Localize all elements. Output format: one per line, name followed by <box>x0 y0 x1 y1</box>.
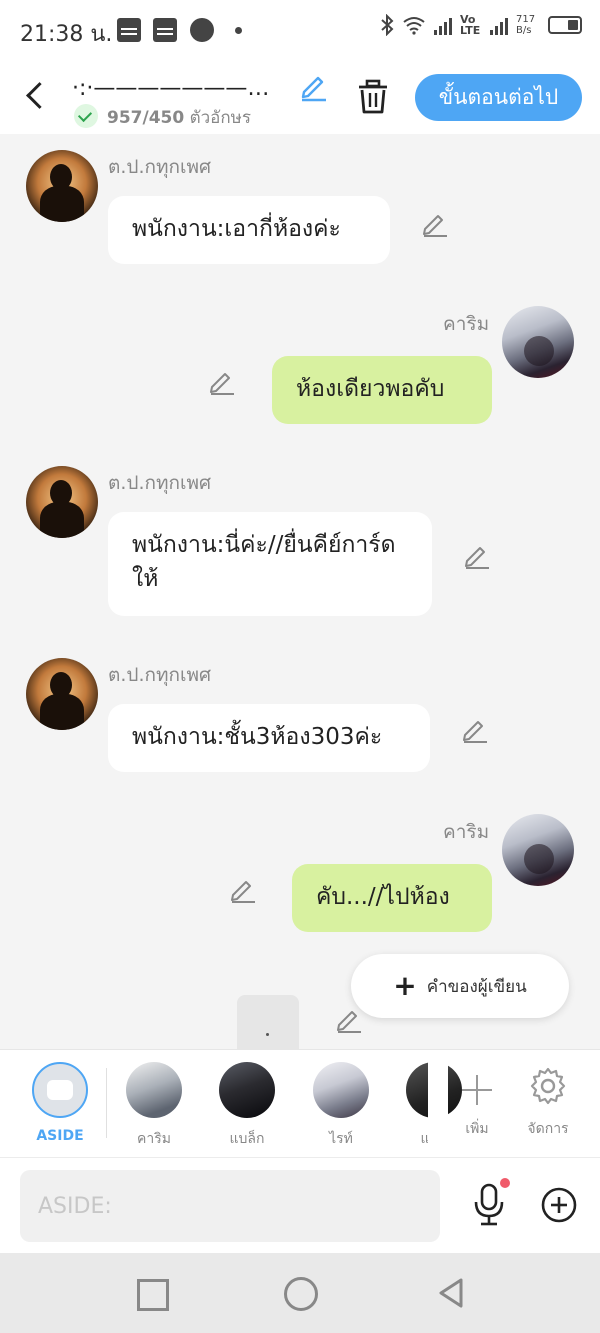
story-title[interactable]: ·:·—————————9ตอ... <box>72 70 282 105</box>
message-bubble[interactable]: พนักงาน:เอากี่ห้องค่ะ <box>108 196 390 264</box>
avatar[interactable] <box>502 814 574 886</box>
bluetooth-icon <box>381 14 394 36</box>
sender-name: ต.ป.กทุกเพศ <box>108 664 212 686</box>
wifi-icon <box>403 17 425 35</box>
composer <box>0 1157 600 1253</box>
check-icon <box>74 104 98 128</box>
battery-icon <box>548 16 582 34</box>
chat-area: ต.ป.กทุกเพศ พนักงาน:เอากี่ห้องค่ะ คาริม … <box>0 134 600 1049</box>
manage-label: จัดการ <box>527 1121 569 1137</box>
pinterest-icon <box>190 18 214 42</box>
message-bubble[interactable]: คับ...//ไปห้อง <box>292 864 492 932</box>
sender-name: ต.ป.กทุกเพศ <box>108 472 212 494</box>
status-bar: 21:38 น. Vo LTE 717 B/s <box>0 0 600 62</box>
character-count-value: 957/450 <box>107 108 185 128</box>
character-name: แบล็ก <box>229 1131 265 1147</box>
message-bubble[interactable]: พนักงาน:นี่ค่ะ//ยื่นคีย์การ์ดให้ <box>108 512 432 616</box>
edit-message-icon[interactable] <box>420 208 450 238</box>
character-name: ไรท์ <box>329 1131 353 1147</box>
divider <box>106 1068 107 1138</box>
avatar[interactable] <box>26 150 98 222</box>
edit-message-icon[interactable] <box>207 366 237 396</box>
add-character-label: เพิ่ม <box>465 1121 489 1137</box>
recording-indicator-dot <box>500 1178 510 1188</box>
recent-apps-icon[interactable] <box>133 1275 169 1311</box>
avatar[interactable] <box>26 466 98 538</box>
notification-icon <box>117 18 141 42</box>
signal-icon <box>434 15 452 35</box>
edit-message-icon[interactable] <box>460 714 490 744</box>
message-bubble[interactable]: พนักงาน:ชั้น3ห้อง303ค่ะ <box>108 704 430 772</box>
character-avatar[interactable] <box>313 1062 369 1118</box>
author-note-button[interactable]: + คำของผู้เขียน <box>351 954 569 1018</box>
character-name: คาริม <box>137 1131 171 1147</box>
author-note-label: คำของผู้เขียน <box>426 976 527 997</box>
system-nav-bar <box>0 1253 600 1333</box>
scroll-fade <box>428 1050 448 1150</box>
edit-message-icon[interactable] <box>462 540 492 570</box>
edit-title-icon[interactable] <box>298 70 330 102</box>
character-count-unit: ตัวอักษร <box>189 108 252 128</box>
message-input[interactable] <box>20 1170 440 1242</box>
back-button[interactable] <box>18 76 54 116</box>
character-bar: ASIDE คาริม แบล็ก ไรท์ แ เพิ่ม จัดการ <box>0 1049 600 1157</box>
sender-name: คาริม <box>443 313 490 335</box>
nav-back-icon[interactable] <box>433 1275 469 1311</box>
status-icons: Vo LTE 717 B/s <box>380 14 582 36</box>
volte-label: Vo LTE <box>460 13 481 37</box>
status-time: 21:38 น. <box>20 22 113 47</box>
next-step-button[interactable]: ขั้นตอนต่อไป <box>415 74 582 121</box>
sender-name: ต.ป.กทุกเพศ <box>108 156 212 178</box>
add-character-icon[interactable] <box>452 1066 502 1116</box>
character-count: 957/450 ตัวอักษร <box>107 104 251 131</box>
edit-message-icon[interactable] <box>228 874 258 904</box>
avatar[interactable] <box>26 658 98 730</box>
story-header: ·:·—————————9ตอ... 957/450 ตัวอักษร ขั้น… <box>0 62 600 134</box>
network-speed: 717 B/s <box>516 14 536 36</box>
avatar[interactable] <box>502 306 574 378</box>
draft-message-card[interactable] <box>237 995 299 1049</box>
more-notifications-dot-icon <box>235 27 242 34</box>
plus-icon: + <box>393 969 417 1002</box>
gear-icon[interactable] <box>526 1064 570 1108</box>
home-icon[interactable] <box>282 1275 318 1311</box>
message-bubble[interactable]: ห้องเดียวพอคับ <box>272 356 492 424</box>
trash-icon[interactable] <box>355 78 391 116</box>
add-circle-icon[interactable] <box>540 1186 578 1224</box>
character-avatar[interactable] <box>126 1062 182 1118</box>
notification-icon <box>153 18 177 42</box>
microphone-icon[interactable] <box>470 1182 508 1228</box>
character-avatar[interactable] <box>219 1062 275 1118</box>
aside-chip[interactable] <box>32 1062 88 1118</box>
sender-name: คาริม <box>443 821 490 843</box>
signal-icon <box>490 15 508 35</box>
aside-label: ASIDE <box>36 1128 84 1144</box>
